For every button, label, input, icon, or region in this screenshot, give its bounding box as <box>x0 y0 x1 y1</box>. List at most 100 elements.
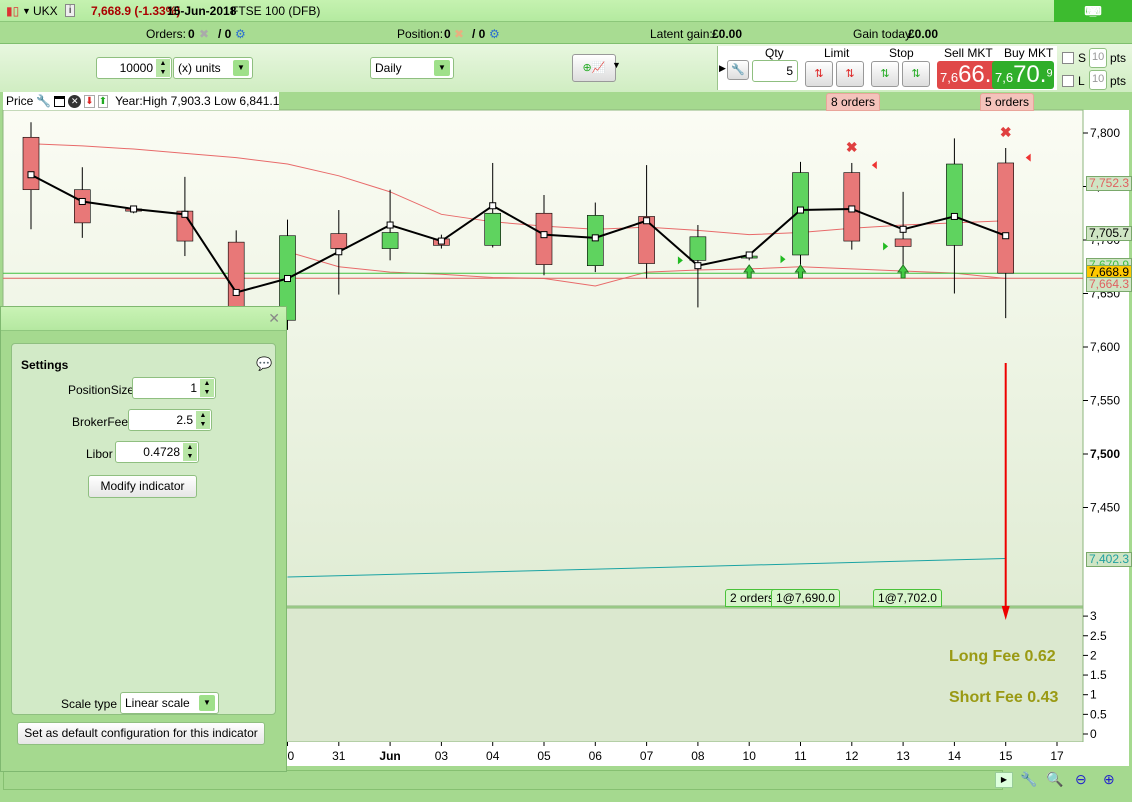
line-point <box>284 275 291 283</box>
scale-type-select[interactable]: Linear scale ▼ <box>120 692 219 714</box>
line-point <box>694 262 702 270</box>
gear-icon[interactable]: ⚙ <box>235 27 246 41</box>
timeframe-select[interactable]: Daily ▼ <box>370 57 454 79</box>
wrench-button[interactable]: 🔧 <box>727 60 749 80</box>
chevron-down-icon[interactable]: ▼ <box>233 60 249 76</box>
stop-sell-button[interactable]: ⇅ <box>902 61 930 87</box>
help-bubble-icon[interactable]: 💬 <box>256 356 272 372</box>
latent-gain-value: £0.00 <box>712 27 743 41</box>
close-icon[interactable]: ✕ <box>1088 4 1098 18</box>
lower-tick-label: 2 <box>1090 648 1097 662</box>
chevron-down-icon[interactable]: ▼ <box>22 6 31 16</box>
line-point <box>745 251 753 259</box>
line-point <box>591 234 599 242</box>
chart-header: Price 🔧 ✕ ⬇ ⬆ Year:High 7,903.3 Low 6,84… <box>3 92 280 110</box>
broker-fee-input[interactable]: 2.5 ▲ ▼ <box>128 409 212 431</box>
buy-price-prefix: 7,6 <box>995 70 1014 85</box>
price-tick-label: 7,550 <box>1090 394 1120 408</box>
broker-fee-value: 2.5 <box>176 413 193 427</box>
sell-x-marker: ✖ <box>846 139 858 155</box>
qty-input[interactable]: 5 <box>752 60 798 82</box>
lower-tick-label: 0 <box>1090 727 1097 741</box>
price-badge: 7,752.3 <box>1086 176 1132 191</box>
chevron-down-icon[interactable]: ▼ <box>434 60 450 76</box>
scroll-right-button[interactable]: ▶ <box>995 772 1013 788</box>
line-point <box>643 217 651 225</box>
line-point <box>1002 232 1010 240</box>
gain-today-label: Gain today: <box>853 27 915 41</box>
close-position-icon[interactable]: ✖ <box>454 27 464 41</box>
zoom-fit-icon[interactable]: 🔍 <box>1046 771 1063 788</box>
line-point <box>848 205 856 213</box>
orders-total: / 0 <box>218 27 232 41</box>
order-tag[interactable]: 8 orders <box>826 93 881 111</box>
l-checkbox[interactable] <box>1062 75 1074 87</box>
long-fee-label: Long Fee 0.62 <box>949 648 1056 665</box>
s-label: S <box>1078 51 1087 65</box>
stepper-arrows-icon[interactable]: ▲ ▼ <box>183 443 197 461</box>
chevron-down-icon[interactable]: ▼ <box>612 60 621 70</box>
horizontal-scrollbar[interactable] <box>3 770 1003 790</box>
add-indicator-button[interactable]: ⊕📈 <box>572 54 616 82</box>
l-pts-input[interactable]: 10 <box>1089 70 1107 90</box>
stepper-arrows-icon[interactable]: ▲ ▼ <box>196 411 210 429</box>
buy-market-button[interactable]: 7,670.9 <box>992 61 1054 89</box>
sell-mkt-label: Sell MKT <box>944 46 993 60</box>
quantity-value: 10000 <box>119 61 153 75</box>
lower-tick-label: 3 <box>1090 609 1097 623</box>
line-point <box>27 171 35 179</box>
order-tag[interactable]: 5 orders <box>980 93 1035 111</box>
buy-arrow-icon[interactable]: ⬆ <box>97 94 109 108</box>
zoom-in-icon[interactable]: ⊕ <box>1103 771 1115 788</box>
trade-panel: ▶ 🔧 Qty 5 Limit ⇅ ⇅ Stop ⇅ ⇅ Sell MKT 7,… <box>717 46 1057 90</box>
candle-body <box>689 236 707 261</box>
limit-sell-button[interactable]: ⇅ <box>836 61 864 87</box>
price-tick-label: 7,500 <box>1090 447 1120 461</box>
symbol[interactable]: UKX <box>33 4 58 18</box>
order-tag[interactable]: 1@7,690.0 <box>771 589 840 607</box>
s-checkbox[interactable] <box>1062 52 1074 64</box>
window-icon[interactable] <box>54 95 66 107</box>
units-value: (x) units <box>178 61 221 75</box>
cancel-orders-icon[interactable]: ✖ <box>199 27 209 41</box>
close-icon[interactable]: ✕ <box>268 310 280 327</box>
stop-buy-button[interactable]: ⇅ <box>871 61 899 87</box>
sell-arrow-icon[interactable]: ⬇ <box>84 94 95 108</box>
chevron-right-icon[interactable]: ▶ <box>719 63 726 74</box>
chevron-down-icon[interactable]: ▼ <box>199 695 215 711</box>
modify-indicator-button[interactable]: Modify indicator <box>88 475 197 498</box>
scale-type-value: Linear scale <box>125 696 190 710</box>
quantity-stepper[interactable]: 10000 ▲ ▼ <box>96 57 172 79</box>
units-select[interactable]: (x) units ▼ <box>173 57 253 79</box>
limit-buy-button[interactable]: ⇅ <box>805 61 833 87</box>
candle-body <box>535 212 553 265</box>
libor-input[interactable]: 0.4728 ▲ ▼ <box>115 441 199 463</box>
line-point <box>489 202 497 210</box>
sell-market-button[interactable]: 7,666.9 <box>937 61 999 89</box>
candle-body <box>381 232 399 249</box>
lower-tick-label: 2.5 <box>1090 629 1107 643</box>
orders-label: Orders: <box>146 27 187 41</box>
close-circle-icon[interactable]: ✕ <box>68 94 82 108</box>
gear-icon[interactable]: ⚙ <box>489 27 500 41</box>
date-label: 08 <box>691 749 705 763</box>
stepper-arrows-icon[interactable]: ▲ ▼ <box>156 59 170 77</box>
line-point <box>899 225 907 233</box>
position-size-input[interactable]: 1 ▲ ▼ <box>132 377 216 399</box>
candle-body <box>330 233 348 249</box>
date-label: 11 <box>794 749 807 763</box>
wrench-icon[interactable]: 🔧 <box>36 94 51 108</box>
s-pts-input[interactable]: 10 <box>1089 48 1107 68</box>
indicator-icon: ⊕📈 <box>582 62 606 74</box>
buy-mkt-label: Buy MKT <box>1004 46 1054 60</box>
zoom-out-icon[interactable]: ⊖ <box>1075 771 1087 788</box>
order-tag[interactable]: 1@7,702.0 <box>873 589 942 607</box>
chart-settings-icon[interactable]: 🔧 <box>1020 771 1037 788</box>
stepper-arrows-icon[interactable]: ▲ ▼ <box>200 379 214 397</box>
set-default-button[interactable]: Set as default configuration for this in… <box>17 722 265 745</box>
info-icon[interactable]: i <box>65 4 76 17</box>
position-total: / 0 <box>472 27 486 41</box>
libor-value: 0.4728 <box>143 445 180 459</box>
price-tick-label: 7,600 <box>1090 340 1120 354</box>
line-point <box>130 205 138 213</box>
